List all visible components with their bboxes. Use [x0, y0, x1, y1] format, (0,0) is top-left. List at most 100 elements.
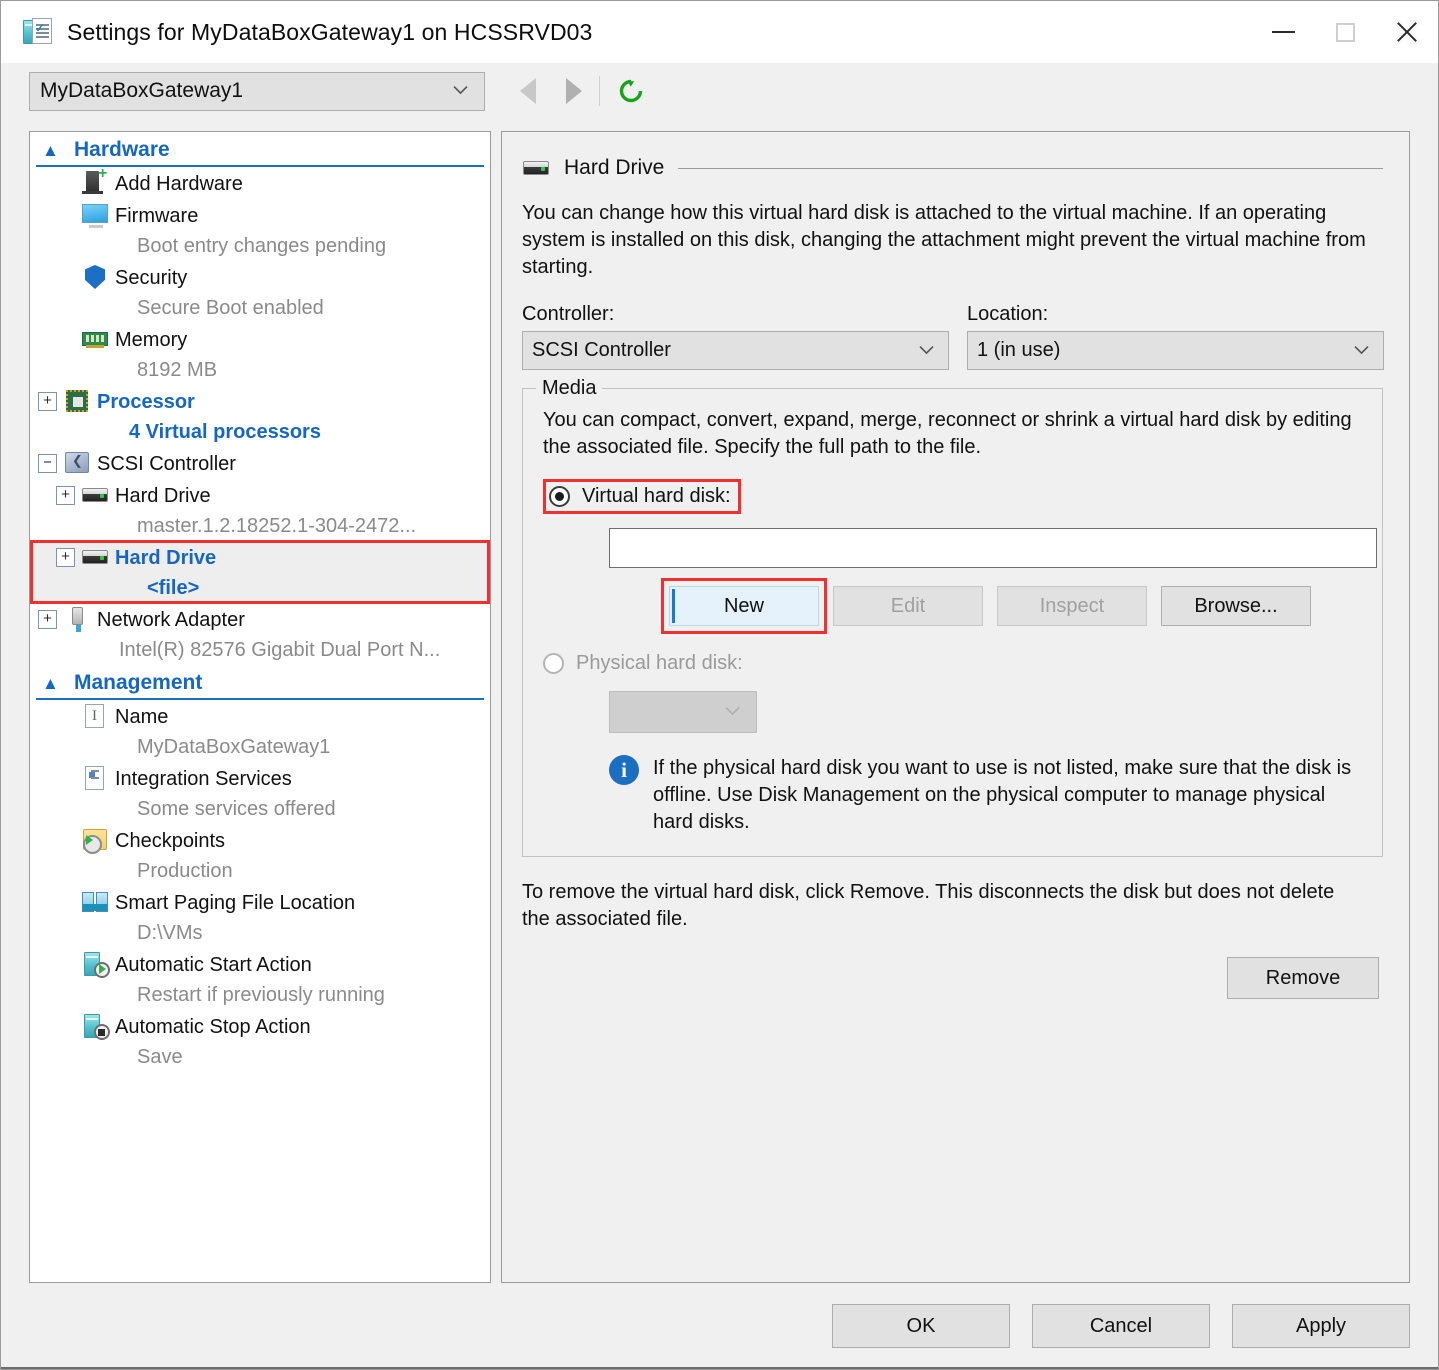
tree-item-integration-services[interactable]: Integration Services Some services offere… [30, 762, 490, 824]
tree-expander[interactable]: + [56, 486, 75, 505]
settings-tree[interactable]: ▲ Hardware + Add Hardware Firmware Boot entry… [29, 131, 491, 1283]
tree-item-label: Name [115, 706, 169, 728]
auto-start-icon [81, 950, 110, 978]
window-controls [1252, 1, 1438, 63]
close-button[interactable] [1376, 10, 1438, 54]
tree-item-smart-paging-file-location[interactable]: Smart Paging File Location D:\VMs [30, 886, 490, 948]
checkpoints-icon [81, 826, 109, 854]
title-bar: ✓ Settings for MyDataBoxGateway1 on HCSS… [1, 1, 1438, 63]
remove-button[interactable]: Remove [1227, 957, 1379, 999]
tree-expander[interactable]: + [56, 548, 75, 567]
maximize-button[interactable] [1314, 10, 1376, 54]
attachment-fields: Controller: SCSI Controller Location: 1 … [522, 303, 1384, 370]
section-header-hardware[interactable]: ▲ Hardware [36, 132, 484, 167]
refresh-icon [619, 79, 643, 103]
radio-selected-icon [549, 486, 570, 507]
tree-item-firmware[interactable]: Firmware Boot entry changes pending [30, 199, 490, 261]
refresh-button[interactable] [616, 76, 646, 106]
tree-item-sublabel: Save [137, 1046, 183, 1068]
vm-selector[interactable]: MyDataBoxGateway1 [29, 71, 485, 111]
minimize-button[interactable] [1252, 10, 1314, 54]
tree-root: ▲ Hardware + Add Hardware Firmware Boot entry… [30, 132, 490, 1072]
arrow-left-icon [520, 78, 536, 104]
location-label: Location: [967, 303, 1049, 325]
section-header-hard-drive: Hard Drive [522, 154, 1383, 182]
info-icon: i [609, 755, 639, 785]
tree-item-sublabel: Intel(R) 82576 Gigabit Dual Port N... [119, 639, 441, 661]
section-header-management[interactable]: ▲ Management [36, 665, 484, 700]
forward-button[interactable] [551, 68, 597, 114]
security-shield-icon [81, 263, 109, 291]
tree-item-automatic-stop-action[interactable]: Automatic Stop Action Save [30, 1010, 490, 1072]
name-icon [81, 702, 109, 730]
chevron-down-icon [919, 345, 934, 354]
physical-disk-info: i If the physical hard disk you want to … [609, 755, 1362, 836]
new-button[interactable]: New [669, 586, 819, 626]
cancel-button[interactable]: Cancel [1032, 1304, 1210, 1348]
hard-drive-description: You can change how this virtual hard dis… [522, 202, 1366, 278]
tree-item-sublabel: 8192 MB [137, 359, 218, 381]
browse-button[interactable]: Browse... [1161, 586, 1311, 626]
tree-item-name[interactable]: Name MyDataBoxGateway1 [30, 700, 490, 762]
tree-item-sublabel: 4 Virtual processors [129, 421, 321, 443]
location-select[interactable]: 1 (in use) [967, 331, 1384, 370]
tree-item-label: Smart Paging File Location [115, 892, 356, 914]
chevron-down-icon [1354, 345, 1369, 354]
controller-value: SCSI Controller [532, 339, 671, 361]
tree-item-scsi-controller[interactable]: − SCSI Controller [30, 447, 490, 479]
tree-item-hard-drive[interactable]: + Hard Drive <file> [30, 541, 490, 603]
toolbar: MyDataBoxGateway1 [1, 63, 1438, 119]
tree-item-label: Hard Drive [115, 547, 217, 569]
chevron-down-icon [725, 707, 740, 716]
tree-item-network-adapter[interactable]: + Network Adapter Intel(R) 82576 Gigabit D… [30, 603, 490, 665]
chevron-down-icon [453, 86, 468, 95]
tree-item-checkpoints[interactable]: Checkpoints Production [30, 824, 490, 886]
tree-item-label: Add Hardware [115, 173, 243, 195]
tree-item-security[interactable]: Security Secure Boot enabled [30, 261, 490, 323]
apply-button[interactable]: Apply [1232, 1304, 1410, 1348]
content-area: ▲ Hardware + Add Hardware Firmware Boot entry… [29, 131, 1410, 1283]
vm-selector-value: MyDataBoxGateway1 [40, 79, 244, 102]
tree-expander[interactable]: + [38, 392, 57, 411]
processor-icon [63, 387, 91, 415]
tree-item-sublabel: Restart if previously running [137, 984, 385, 1006]
remove-button-row: Remove [522, 957, 1383, 999]
controller-label: Controller: [522, 303, 615, 325]
back-button[interactable] [505, 68, 551, 114]
minimize-icon [1271, 31, 1295, 33]
section-title: Hard Drive [564, 156, 665, 179]
integration-services-icon [81, 764, 109, 792]
ok-button[interactable]: OK [832, 1304, 1010, 1348]
tree-item-sublabel: Secure Boot enabled [137, 297, 324, 319]
media-legend: Media [536, 377, 603, 400]
tree-item-memory[interactable]: Memory 8192 MB [30, 323, 490, 385]
tree-item-processor[interactable]: + Processor 4 Virtual processors [30, 385, 490, 447]
tree-item-label: Security [115, 267, 188, 289]
header-rule [678, 167, 1383, 169]
controller-select[interactable]: SCSI Controller [522, 331, 949, 370]
tree-item-sublabel: Production [137, 860, 233, 882]
tree-expander[interactable]: − [38, 454, 57, 473]
memory-icon [81, 325, 109, 353]
physical-hard-disk-label: Physical hard disk: [576, 652, 743, 674]
vhd-path-input[interactable] [609, 528, 1377, 568]
physical-hard-disk-radio-row[interactable]: Physical hard disk: [543, 652, 1362, 675]
tree-item-automatic-start-action[interactable]: Automatic Start Action Restart if previou… [30, 948, 490, 1010]
window-title: Settings for MyDataBoxGateway1 on HCSSRV… [67, 18, 593, 45]
tree-item-hard-drive[interactable]: + Hard Drive master.1.2.18252.1-304-2472..… [30, 479, 490, 541]
virtual-hard-disk-radio-row[interactable]: Virtual hard disk: [543, 479, 741, 514]
edit-button: Edit [833, 586, 983, 626]
chevron-up-icon: ▲ [42, 140, 59, 160]
tree-expander[interactable]: + [38, 610, 57, 629]
tree-item-sublabel: Some services offered [137, 798, 336, 820]
hard-drive-icon [522, 154, 550, 182]
section-title: Management [74, 671, 203, 694]
inspect-button: Inspect [997, 586, 1147, 626]
firmware-icon [81, 201, 109, 229]
tree-item-add-hardware[interactable]: + Add Hardware [30, 166, 490, 199]
tree-item-sublabel: MyDataBoxGateway1 [137, 736, 331, 758]
media-group: Media You can compact, convert, expand, … [522, 377, 1383, 857]
tree-item-label: Network Adapter [97, 609, 245, 631]
virtual-hard-disk-label: Virtual hard disk: [582, 485, 731, 507]
settings-window: ✓ Settings for MyDataBoxGateway1 on HCSS… [0, 0, 1439, 1370]
